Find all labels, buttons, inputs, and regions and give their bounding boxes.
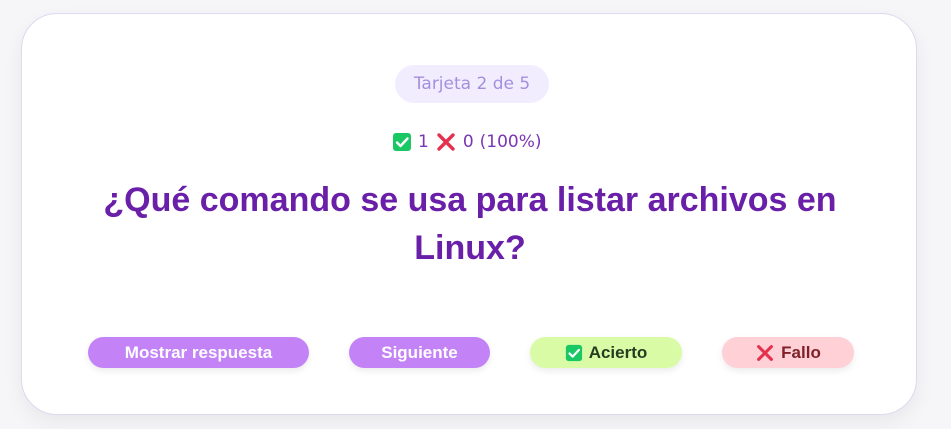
fail-label: Fallo (781, 342, 821, 362)
flashcard-page: Tarjeta 2 de 5 1 0 (100%) ¿Qué comando s… (0, 0, 951, 429)
next-button[interactable]: Siguiente (349, 337, 490, 368)
wrong-count: 0 (462, 132, 474, 152)
cross-icon (435, 131, 457, 153)
show-answer-label: Mostrar respuesta (124, 342, 273, 362)
score-summary: 1 0 (100%) (392, 128, 562, 156)
fail-button[interactable]: Fallo (722, 337, 854, 368)
flashcard: Tarjeta 2 de 5 1 0 (100%) ¿Qué comando s… (21, 13, 917, 415)
correct-count: 1 (418, 132, 429, 152)
show-answer-button[interactable]: Mostrar respuesta (88, 337, 309, 368)
check-icon (392, 132, 412, 152)
score-percentage: (100%) (479, 132, 542, 152)
card-progress-label: Tarjeta 2 de 5 (413, 74, 531, 94)
card-progress-badge: Tarjeta 2 de 5 (395, 65, 549, 103)
cross-icon (755, 343, 775, 363)
check-icon (565, 344, 583, 362)
next-label: Siguiente (381, 342, 458, 362)
correct-button[interactable]: Acierto (530, 337, 682, 368)
question-text: ¿Qué comando se usa para listar archivos… (103, 181, 837, 267)
correct-label: Acierto (588, 342, 648, 362)
